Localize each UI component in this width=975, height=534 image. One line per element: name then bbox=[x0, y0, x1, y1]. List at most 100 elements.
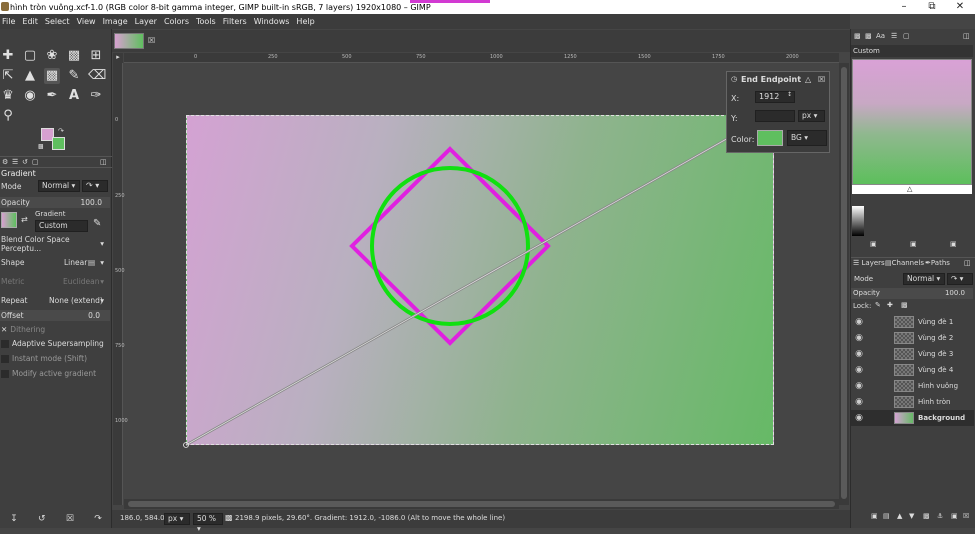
endpoint-x-label: X: bbox=[731, 94, 740, 103]
endpoint-color-swatch[interactable] bbox=[757, 130, 783, 146]
gradients-tab-icon[interactable]: ▢ bbox=[903, 32, 910, 40]
endpoint-color-mode-value: BG bbox=[791, 133, 802, 142]
delete-layer-icon[interactable]: ☒ bbox=[963, 512, 969, 520]
gradient-stops-bar[interactable]: △ bbox=[852, 185, 972, 194]
status-unit-value: px bbox=[168, 514, 178, 523]
layer-row-active[interactable]: ◉ Background bbox=[851, 410, 974, 426]
lock-pixels-icon[interactable]: ✎ bbox=[875, 301, 881, 309]
layer-mode-reset-icon[interactable]: ↷ ▾ bbox=[947, 273, 973, 285]
raise-layer-icon[interactable]: ▲ bbox=[897, 512, 902, 520]
visibility-eye-icon[interactable]: ◉ bbox=[851, 413, 867, 423]
layer-row[interactable]: ◉ Hình tròn bbox=[851, 394, 974, 410]
visibility-eye-icon[interactable]: ◉ bbox=[851, 317, 867, 327]
layer-thumbnail bbox=[894, 364, 914, 376]
layer-thumbnail bbox=[894, 348, 914, 360]
zoom-value: 50 % bbox=[197, 514, 217, 523]
endpoint-unit-value: px bbox=[802, 111, 812, 120]
horizontal-scroll-thumb[interactable] bbox=[128, 501, 835, 507]
right-dock-tabbar: ▩ ▩ Aa ☰ ▢ ◫ bbox=[851, 32, 975, 44]
layer-opacity-value: 100.0 bbox=[944, 289, 965, 297]
visibility-eye-icon[interactable]: ◉ bbox=[851, 333, 867, 343]
layers-footer: ▣ ▤ ▲ ▼ ▩ ⚓ ▣ ☒ bbox=[851, 512, 975, 524]
layer-mode-row: Mode Normal ▾ ↷ ▾ bbox=[851, 273, 975, 286]
visibility-eye-icon[interactable]: ◉ bbox=[851, 397, 867, 407]
endpoint-x-spin-icon[interactable]: ↕ bbox=[787, 91, 792, 98]
endpoint-color-mode-select[interactable]: BG ▾ bbox=[787, 130, 827, 146]
mask-layer-icon[interactable]: ▣ bbox=[951, 512, 958, 520]
tab-paths[interactable]: ✒Paths bbox=[925, 259, 950, 267]
brushes-tab-icon[interactable]: ▩ bbox=[854, 32, 861, 40]
status-bar: 186.0, 584.0 px ▾ 50 % ▾ ▩ 2198.9 pixels… bbox=[112, 510, 850, 533]
layer-name: Vùng đè 3 bbox=[918, 350, 954, 358]
layer-name: Vùng đè 4 bbox=[918, 366, 954, 374]
lock-alpha-icon[interactable]: ▩ bbox=[901, 301, 908, 309]
endpoint-close-icon[interactable]: ☒ bbox=[818, 75, 825, 84]
end-endpoint-dialog: ◷ End Endpoint △ ☒ X: 1912 ↕ Y: px ▾ Col… bbox=[726, 71, 830, 153]
layers-tabbar: ☰ Layers ▤Channels ✒Paths ◫ bbox=[851, 257, 975, 269]
layer-row[interactable]: ◉ Vùng đè 3 bbox=[851, 346, 974, 362]
document-history-tab-icon[interactable]: ☰ bbox=[891, 32, 897, 40]
zoom-out-icon[interactable]: ▣ bbox=[870, 240, 877, 248]
layer-thumbnail bbox=[894, 412, 914, 424]
visibility-eye-icon[interactable]: ◉ bbox=[851, 349, 867, 359]
pointer-coords: 186.0, 584.0 bbox=[120, 514, 165, 522]
layer-name: Hình tròn bbox=[918, 398, 951, 406]
visibility-eye-icon[interactable]: ◉ bbox=[851, 365, 867, 375]
new-layer-icon[interactable]: ▣ bbox=[871, 512, 878, 520]
layer-name: Hình vuông bbox=[918, 382, 959, 390]
layer-mode-select[interactable]: Normal ▾ bbox=[903, 273, 945, 285]
anchor-layer-icon[interactable]: ⚓ bbox=[937, 512, 943, 520]
tab-channels[interactable]: ▤Channels bbox=[885, 259, 924, 267]
lock-row: Lock: ✎ ✚ ▩ bbox=[851, 301, 975, 312]
layer-opacity-slider[interactable]: Opacity 100.0 bbox=[851, 288, 973, 299]
new-layer-group-icon[interactable]: ▤ bbox=[883, 512, 890, 520]
tab-channels-label: Channels bbox=[891, 259, 925, 267]
gradient-name-bar: Custom bbox=[851, 45, 973, 57]
layer-row[interactable]: ◉ Vùng đè 2 bbox=[851, 330, 974, 346]
endpoint-icon: ◷ bbox=[731, 75, 738, 83]
gradient-status-icon: ▩ bbox=[225, 513, 233, 522]
layer-name: Vùng đè 2 bbox=[918, 334, 954, 342]
endpoint-y-label: Y: bbox=[731, 114, 738, 123]
layer-thumbnail bbox=[894, 396, 914, 408]
gradient-mini-preview bbox=[852, 206, 864, 236]
zoom-all-icon[interactable]: ▣ bbox=[950, 240, 957, 248]
lock-position-icon[interactable]: ✚ bbox=[887, 301, 893, 309]
endpoint-title: End Endpoint bbox=[741, 75, 802, 84]
layer-thumbnail bbox=[894, 332, 914, 344]
endpoint-unit-select[interactable]: px ▾ bbox=[798, 110, 825, 122]
horizontal-scrollbar[interactable] bbox=[124, 499, 839, 509]
layer-thumbnail bbox=[894, 380, 914, 392]
visibility-eye-icon[interactable]: ◉ bbox=[851, 381, 867, 391]
duplicate-layer-icon[interactable]: ▩ bbox=[923, 512, 930, 520]
zoom-select[interactable]: 50 % ▾ bbox=[193, 513, 223, 533]
tab-layers[interactable]: ☰ Layers bbox=[853, 259, 885, 267]
lower-layer-icon[interactable]: ▼ bbox=[909, 512, 914, 520]
tab-paths-label: Paths bbox=[930, 259, 950, 267]
layer-thumbnail bbox=[894, 316, 914, 328]
fonts-tab-icon[interactable]: Aa bbox=[876, 32, 885, 40]
gradient-editor-controls: ▣ ▣ ▣ bbox=[852, 240, 974, 250]
endpoint-y-input[interactable] bbox=[755, 110, 795, 122]
endpoint-pin-icon[interactable]: △ bbox=[805, 75, 811, 84]
layer-row[interactable]: ◉ Vùng đè 1 bbox=[851, 314, 974, 330]
endpoint-color-label: Color: bbox=[731, 135, 755, 144]
layer-name: Background bbox=[918, 414, 966, 422]
layer-mode-label: Mode bbox=[854, 275, 874, 283]
gradient-line-inner bbox=[185, 119, 761, 446]
zoom-in-icon[interactable]: ▣ bbox=[910, 240, 917, 248]
status-unit-select[interactable]: px ▾ bbox=[164, 513, 190, 525]
gradient-editor-preview[interactable] bbox=[852, 59, 972, 185]
vertical-scroll-thumb[interactable] bbox=[841, 67, 847, 499]
layer-opacity-label: Opacity bbox=[853, 289, 880, 297]
tab-layers-label: Layers bbox=[861, 259, 885, 267]
lock-label: Lock: bbox=[853, 302, 872, 310]
patterns-tab-icon[interactable]: ▩ bbox=[865, 32, 872, 40]
layer-row[interactable]: ◉ Hình vuông bbox=[851, 378, 974, 394]
right-tab-menu-icon[interactable]: ◫ bbox=[963, 32, 970, 40]
vertical-scrollbar[interactable] bbox=[839, 63, 849, 505]
gradient-midpoint-handle[interactable]: △ bbox=[907, 185, 912, 193]
layer-row[interactable]: ◉ Vùng đè 4 bbox=[851, 362, 974, 378]
layer-mode-value: Normal bbox=[907, 274, 935, 283]
layers-tab-menu-icon[interactable]: ◫ bbox=[964, 259, 971, 267]
